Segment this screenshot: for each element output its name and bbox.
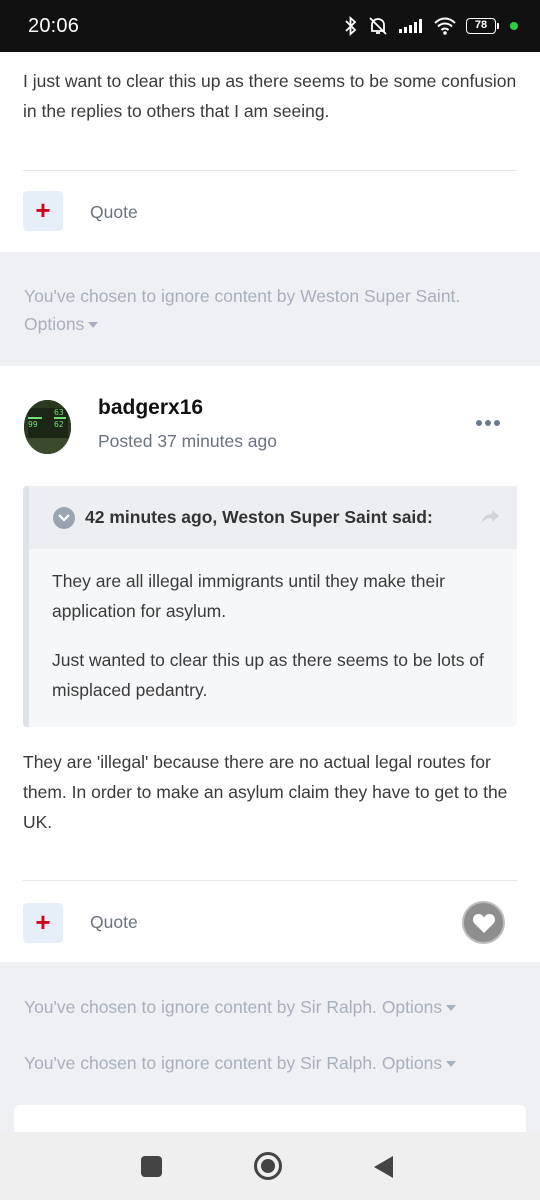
quote-button[interactable]: Quote: [90, 912, 138, 933]
ignored-text: You've chosen to ignore content by Sir R…: [24, 997, 377, 1017]
post-timestamp[interactable]: Posted 37 minutes ago: [98, 431, 277, 452]
signal-icon: [399, 19, 422, 33]
options-dropdown[interactable]: Options: [381, 1053, 457, 1073]
home-button[interactable]: [254, 1152, 282, 1180]
caret-down-icon: [446, 1005, 457, 1012]
post-text: They are 'illegal' because there are no …: [23, 752, 508, 832]
bluetooth-icon: [345, 16, 357, 36]
navigation-bar: [0, 1132, 540, 1200]
divider: [23, 880, 517, 881]
ignored-notice: You've chosen to ignore content by Sir R…: [24, 1049, 457, 1077]
quote-button[interactable]: Quote: [90, 202, 138, 223]
post-text: I just want to clear this up as there se…: [23, 71, 517, 121]
options-label: Options: [24, 314, 85, 334]
status-bar: 20:06 78: [0, 0, 540, 52]
wifi-icon: [434, 17, 456, 35]
plus-icon: +: [35, 907, 51, 937]
avatar-digit-top: 63: [54, 408, 64, 417]
add-reaction-button[interactable]: +: [23, 903, 63, 943]
options-dropdown[interactable]: Options: [24, 314, 99, 334]
post-card: 63 99 62 badgerx16 Posted 37 minutes ago…: [0, 366, 540, 962]
status-icons: 78: [344, 16, 518, 36]
quote-attribution: 42 minutes ago, Weston Super Saint said:: [85, 507, 433, 527]
avatar-digit-right: 62: [54, 420, 64, 429]
avatar-digit-left: 99: [28, 420, 38, 429]
quote-paragraph: They are all illegal immigrants until th…: [52, 571, 445, 621]
ignored-notice: You've chosen to ignore content by Sir R…: [24, 993, 457, 1021]
caret-down-icon: [446, 1061, 457, 1068]
post-card: I just want to clear this up as there se…: [0, 52, 540, 252]
divider: [23, 170, 517, 171]
chevron-down-icon[interactable]: [53, 506, 75, 529]
like-button[interactable]: [462, 901, 505, 944]
privacy-indicator: [510, 22, 518, 30]
quote-header[interactable]: 42 minutes ago, Weston Super Saint said:: [29, 486, 517, 549]
options-label: Options: [381, 1053, 443, 1073]
more-icon[interactable]: [476, 420, 500, 426]
caret-down-icon: [88, 322, 99, 329]
heart-icon: [472, 913, 495, 933]
avatar[interactable]: 63 99 62: [24, 400, 71, 454]
ignored-text: You've chosen to ignore content by Westo…: [24, 286, 461, 306]
quote-paragraph: Just wanted to clear this up as there se…: [52, 650, 484, 700]
battery-icon: 78: [466, 18, 499, 34]
plus-icon: +: [35, 195, 51, 225]
status-time: 20:06: [28, 14, 80, 37]
options-dropdown[interactable]: Options: [381, 997, 457, 1017]
battery-level: 78: [466, 18, 496, 34]
share-icon[interactable]: [479, 508, 501, 526]
ignored-notice: You've chosen to ignore content by Westo…: [24, 282, 524, 338]
back-button[interactable]: [374, 1156, 393, 1178]
author-name[interactable]: badgerx16: [98, 396, 203, 420]
ignored-text: You've chosen to ignore content by Sir R…: [24, 1053, 377, 1073]
options-label: Options: [381, 997, 443, 1017]
bell-off-icon: [369, 17, 387, 35]
add-reaction-button[interactable]: +: [23, 191, 63, 231]
recents-button[interactable]: [141, 1156, 162, 1177]
quote-block: 42 minutes ago, Weston Super Saint said:…: [23, 486, 517, 727]
